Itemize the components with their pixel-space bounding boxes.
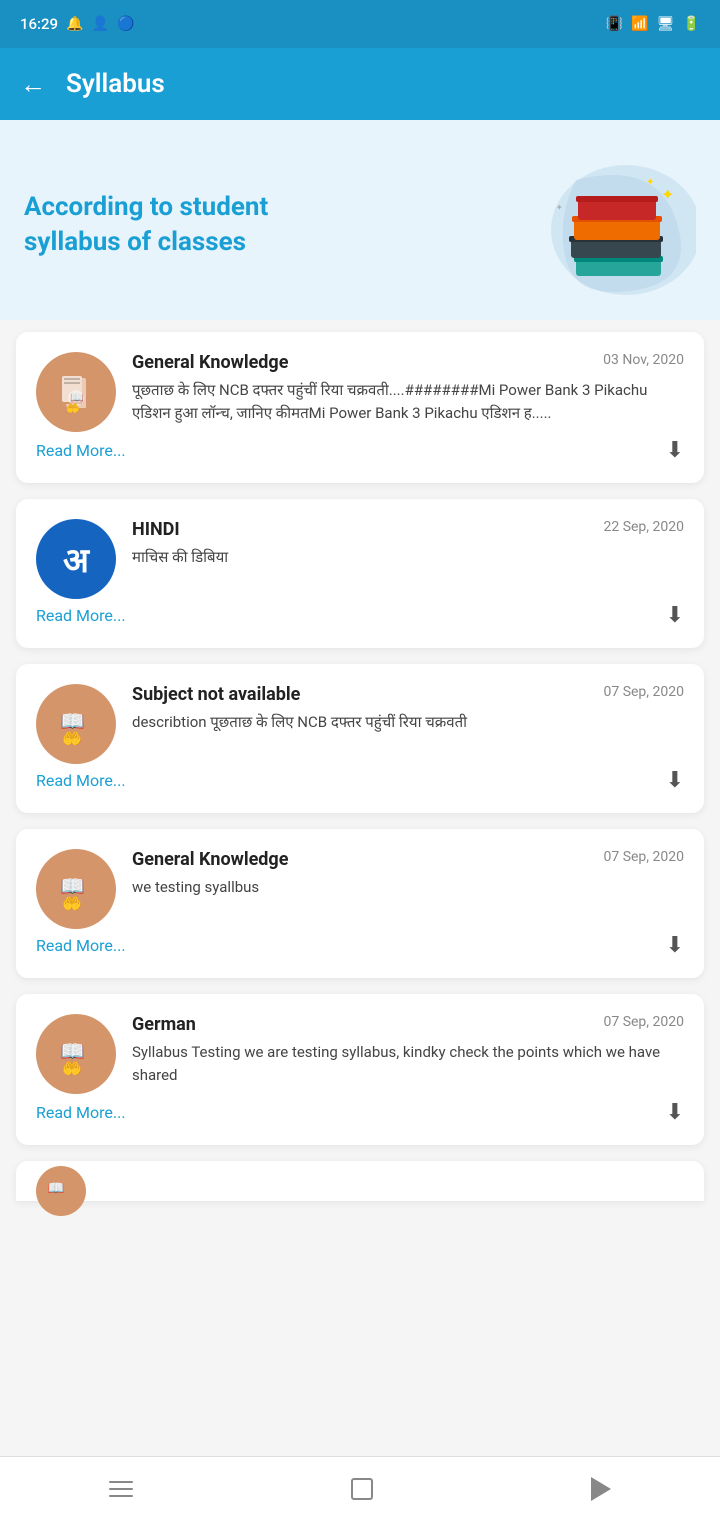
date-2: 22 Sep, 2020 bbox=[603, 519, 684, 535]
card-icon-1: 📖 🤲 bbox=[36, 352, 116, 432]
subject-4: General Knowledge bbox=[132, 849, 288, 870]
card-body-3: Subject not available 07 Sep, 2020 descr… bbox=[132, 684, 684, 744]
header: ← Syllabus bbox=[0, 48, 720, 120]
date-5: 07 Sep, 2020 bbox=[603, 1014, 684, 1030]
read-more-4[interactable]: Read More... bbox=[36, 936, 126, 955]
card-icon-5: 📖 🤲 bbox=[36, 1014, 116, 1094]
svg-text:🤲: 🤲 bbox=[62, 894, 82, 913]
desc-4: we testing syallbus bbox=[132, 876, 684, 899]
desc-3: describtion पूछताछ के लिए NCB दफ्तर पहुं… bbox=[132, 711, 684, 734]
battery-icon: 🔋 bbox=[683, 16, 700, 32]
card-3: 📖 🤲 Subject not available 07 Sep, 2020 d… bbox=[16, 664, 704, 813]
wifi-icon: 📶 bbox=[631, 16, 648, 32]
card-body-4: General Knowledge 07 Sep, 2020 we testin… bbox=[132, 849, 684, 909]
card-body-5: German 07 Sep, 2020 Syllabus Testing we … bbox=[132, 1014, 684, 1096]
card-icon-3: 📖 🤲 bbox=[36, 684, 116, 764]
download-icon-2[interactable]: ⬇ bbox=[666, 603, 684, 628]
bluetooth-icon: 🔵 bbox=[117, 16, 134, 32]
cards-list: 📖 🤲 General Knowledge 03 Nov, 2020 पूछता… bbox=[0, 320, 720, 1213]
status-right: 📳 📶 🖥 🔋 bbox=[606, 16, 700, 32]
status-left: 16:29 🔔 👤 🔵 bbox=[20, 15, 134, 33]
card-5: 📖 🤲 German 07 Sep, 2020 Syllabus Testing… bbox=[16, 994, 704, 1145]
svg-text:🤲: 🤲 bbox=[62, 729, 82, 748]
notif-icon: 🔔 bbox=[66, 16, 83, 32]
read-more-2[interactable]: Read More... bbox=[36, 606, 126, 625]
bottom-nav bbox=[0, 1456, 720, 1520]
nav-home-button[interactable] bbox=[351, 1478, 373, 1500]
card-4: 📖 🤲 General Knowledge 07 Sep, 2020 we te… bbox=[16, 829, 704, 978]
hero-section: According to student syllabus of classes bbox=[0, 120, 720, 320]
svg-text:📖: 📖 bbox=[48, 1181, 65, 1197]
download-icon-4[interactable]: ⬇ bbox=[666, 933, 684, 958]
hero-text: According to student syllabus of classes bbox=[24, 190, 268, 260]
status-time: 16:29 bbox=[20, 15, 58, 33]
date-1: 03 Nov, 2020 bbox=[603, 352, 684, 368]
svg-text:✦: ✦ bbox=[556, 203, 563, 212]
hero-illustration: ✦ ✦ ✦ bbox=[496, 150, 696, 300]
read-more-3[interactable]: Read More... bbox=[36, 771, 126, 790]
card-body-1: General Knowledge 03 Nov, 2020 पूछताछ के… bbox=[132, 352, 684, 434]
screen-icon: 🖥 bbox=[657, 16, 675, 32]
nav-back-button[interactable] bbox=[591, 1477, 611, 1501]
card-2: अ HINDI 22 Sep, 2020 माचिस की डिबिया Rea… bbox=[16, 499, 704, 648]
card-1: 📖 🤲 General Knowledge 03 Nov, 2020 पूछता… bbox=[16, 332, 704, 483]
desc-5: Syllabus Testing we are testing syllabus… bbox=[132, 1041, 684, 1086]
app-icon-1: 👤 bbox=[92, 16, 109, 32]
read-more-5[interactable]: Read More... bbox=[36, 1103, 126, 1122]
card-icon-2: अ bbox=[36, 519, 116, 599]
svg-text:🤲: 🤲 bbox=[66, 402, 80, 415]
download-icon-3[interactable]: ⬇ bbox=[666, 768, 684, 793]
date-4: 07 Sep, 2020 bbox=[603, 849, 684, 865]
card-icon-4: 📖 🤲 bbox=[36, 849, 116, 929]
nav-menu-button[interactable] bbox=[109, 1481, 133, 1497]
svg-text:✦: ✦ bbox=[646, 177, 654, 188]
subject-3: Subject not available bbox=[132, 684, 300, 705]
subject-5: German bbox=[132, 1014, 196, 1035]
subject-2: HINDI bbox=[132, 519, 180, 540]
download-icon-5[interactable]: ⬇ bbox=[666, 1100, 684, 1125]
card-icon-6: 📖 bbox=[36, 1166, 86, 1216]
card-6-partial: 📖 bbox=[16, 1161, 704, 1201]
status-bar: 16:29 🔔 👤 🔵 📳 📶 🖥 🔋 bbox=[0, 0, 720, 48]
svg-text:🤲: 🤲 bbox=[62, 1059, 82, 1078]
read-more-1[interactable]: Read More... bbox=[36, 441, 126, 460]
svg-text:✦: ✦ bbox=[661, 185, 674, 204]
subject-1: General Knowledge bbox=[132, 352, 288, 373]
card-body-2: HINDI 22 Sep, 2020 माचिस की डिबिया bbox=[132, 519, 684, 579]
header-title: Syllabus bbox=[66, 69, 165, 99]
content-wrapper: 📖 🤲 General Knowledge 03 Nov, 2020 पूछता… bbox=[0, 320, 720, 1293]
back-button[interactable]: ← bbox=[20, 69, 46, 100]
vibrate-icon: 📳 bbox=[606, 16, 623, 32]
download-icon-1[interactable]: ⬇ bbox=[666, 438, 684, 463]
date-3: 07 Sep, 2020 bbox=[603, 684, 684, 700]
desc-2: माचिस की डिबिया bbox=[132, 546, 684, 569]
desc-1: पूछताछ के लिए NCB दफ्तर पहुंचीं रिया चक्… bbox=[132, 379, 684, 424]
